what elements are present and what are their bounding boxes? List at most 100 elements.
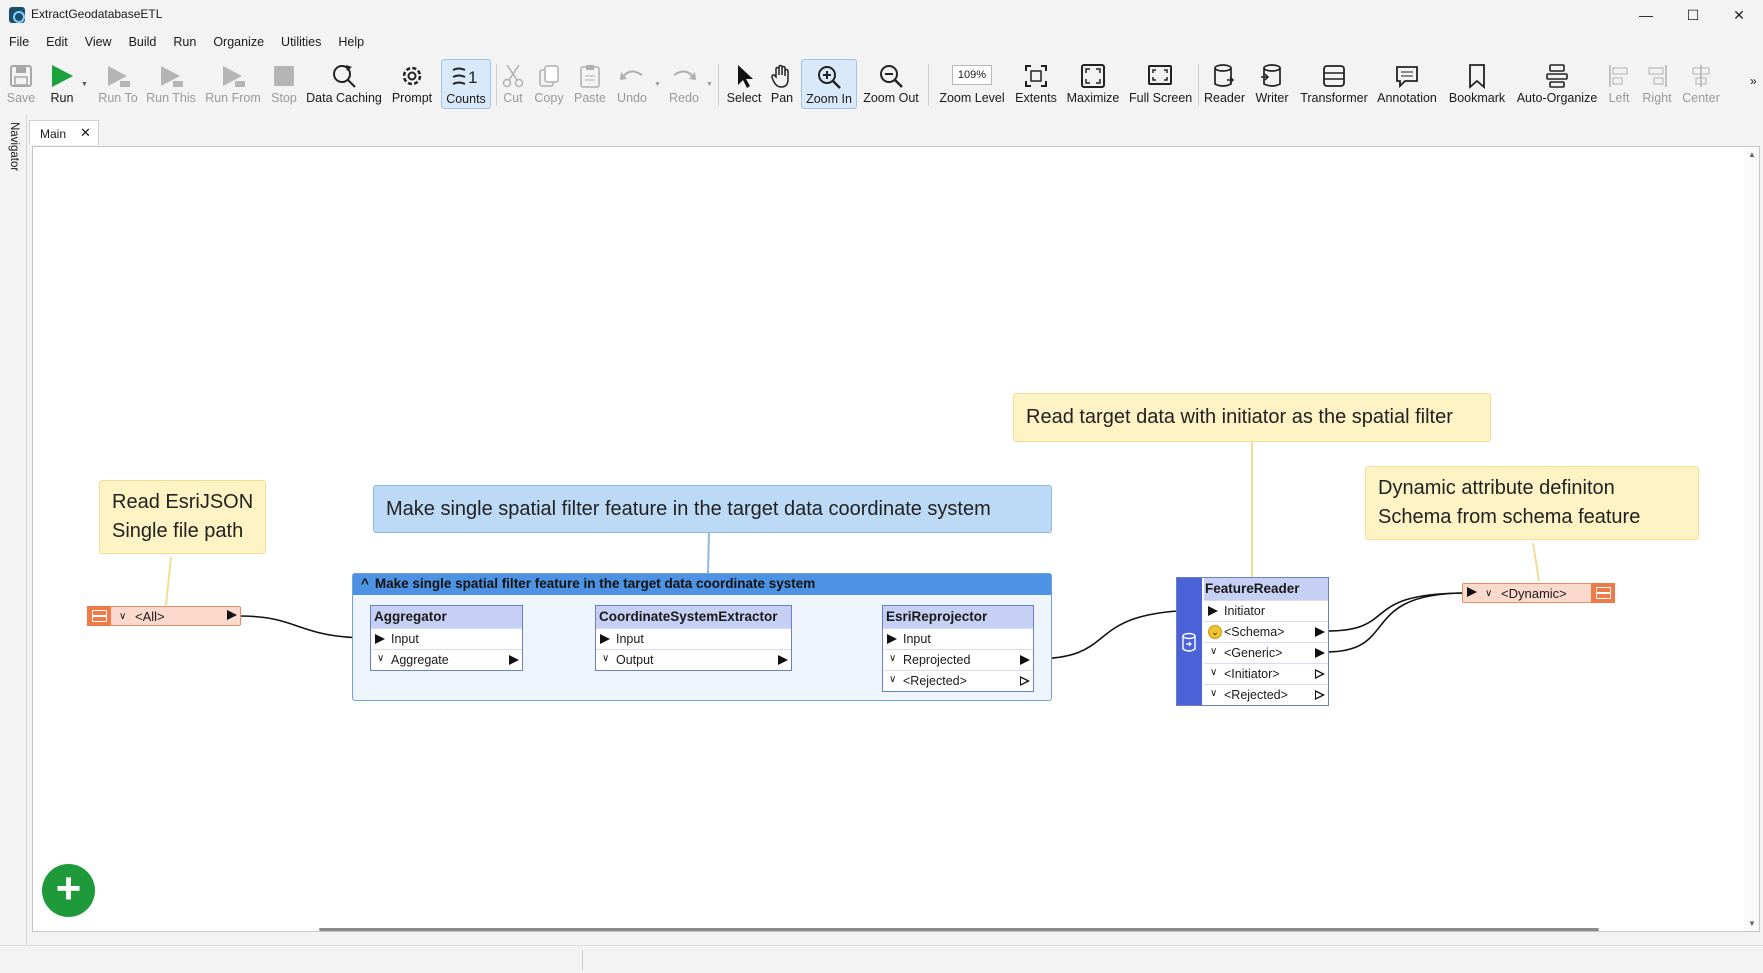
run-this-button[interactable]: Run This <box>146 59 196 109</box>
menu-help[interactable]: Help <box>329 32 372 54</box>
cut-button[interactable]: Cut <box>500 59 526 109</box>
transformer-feature-reader[interactable]: FeatureReader Initiator ⌄ <Schema> ∨ <Gene… <box>1176 577 1329 706</box>
prompt-button[interactable]: Prompt <box>390 59 434 109</box>
menu-utilities[interactable]: Utilities <box>272 32 329 54</box>
chevron-down-icon[interactable]: ∨ <box>1210 688 1217 699</box>
maximize-button[interactable]: ☐ <box>1670 0 1716 30</box>
bookmark-button[interactable]: Bookmark <box>1448 59 1506 109</box>
close-button[interactable]: ✕ <box>1716 0 1762 30</box>
redo-dropdown-arrow[interactable]: ▼ <box>706 81 713 88</box>
source-feature-type-all[interactable]: ∨ <All> <box>87 606 241 626</box>
undo-button[interactable]: Undo <box>614 59 650 109</box>
annotation-make-filter[interactable]: Make single spatial filter feature in th… <box>373 485 1052 533</box>
run-button[interactable]: Run <box>44 59 80 109</box>
zoom-level-control[interactable]: 109% Zoom Level <box>938 59 1006 109</box>
annotation-button[interactable]: Annotation <box>1376 59 1438 109</box>
chevron-down-icon[interactable]: ∨ <box>889 674 896 685</box>
pan-button[interactable]: Pan <box>767 59 797 109</box>
port-triangle-icon <box>1315 648 1325 658</box>
chevron-down-icon[interactable]: ∨ <box>1210 667 1217 678</box>
reader-button[interactable]: Reader <box>1204 59 1245 109</box>
chevron-down-icon[interactable]: ∨ <box>377 653 384 664</box>
chevron-down-icon[interactable]: ∨ <box>119 611 126 622</box>
scroll-down-icon[interactable]: ▼ <box>1748 919 1756 928</box>
zoom-out-button[interactable]: Zoom Out <box>862 59 920 109</box>
annotation-read-esrijson[interactable]: Read EsriJSON Single file path <box>99 480 267 554</box>
minimize-button[interactable]: — <box>1623 0 1669 30</box>
bookmark-collapse-icon[interactable]: ^ <box>361 576 369 591</box>
align-left-button[interactable]: Left <box>1606 59 1632 109</box>
counts-button[interactable]: 1 Counts <box>441 59 491 109</box>
chevron-down-icon[interactable]: ∨ <box>602 653 609 664</box>
transformer-button[interactable]: Transformer <box>1300 59 1368 109</box>
chevron-down-icon[interactable]: ∨ <box>1485 588 1492 599</box>
data-caching-button[interactable]: Data Caching <box>306 59 382 109</box>
extents-icon <box>1025 65 1047 87</box>
save-button[interactable]: Save <box>4 59 38 109</box>
input-port-initiator[interactable]: Initiator <box>1204 600 1328 621</box>
tab-main[interactable]: Main ✕ <box>29 120 99 145</box>
menu-edit[interactable]: Edit <box>37 32 76 54</box>
toolbar-overflow-button[interactable]: » <box>1750 74 1757 88</box>
copy-button[interactable]: Copy <box>533 59 565 109</box>
paste-button[interactable]: Paste <box>573 59 607 109</box>
output-port-rejected[interactable]: ∨ <Rejected> <box>883 670 1033 691</box>
full-screen-button[interactable]: Full Screen <box>1129 59 1192 109</box>
output-port-output[interactable]: ∨ Output <box>596 649 791 670</box>
writer-button[interactable]: Writer <box>1252 59 1292 109</box>
menu-organize[interactable]: Organize <box>204 32 272 54</box>
title-bar: ExtractGeodatabaseETL — ☐ ✕ <box>0 0 1763 30</box>
navigator-tab[interactable]: Navigator <box>8 122 20 171</box>
maximize-canvas-button[interactable]: Maximize <box>1064 59 1122 109</box>
run-this-icon <box>161 66 183 87</box>
run-from-button[interactable]: Run From <box>205 59 261 109</box>
align-right-button[interactable]: Right <box>1642 59 1672 109</box>
align-center-button[interactable]: Center <box>1680 59 1722 109</box>
output-port-initiator[interactable]: ∨ <Initiator> <box>1204 663 1328 684</box>
transformer-aggregator[interactable]: Aggregator Input ∨ Aggregate <box>370 605 523 671</box>
select-button[interactable]: Select <box>726 59 762 109</box>
dest-feature-type-dynamic[interactable]: ∨ <Dynamic> <box>1462 583 1615 603</box>
toolbar-separator <box>718 64 719 106</box>
tab-close-icon[interactable]: ✕ <box>80 125 91 141</box>
output-port-generic[interactable]: ∨ <Generic> <box>1204 642 1328 663</box>
horizontal-scrollbar[interactable] <box>319 928 1599 931</box>
auto-organize-button[interactable]: Auto-Organize <box>1516 59 1598 109</box>
input-port[interactable]: Input <box>371 628 522 649</box>
vertical-scrollbar[interactable]: ▲ ▼ <box>1744 147 1759 931</box>
scissors-icon <box>502 64 524 88</box>
status-bar <box>0 945 1763 973</box>
output-port-aggregate[interactable]: ∨ Aggregate <box>371 649 522 670</box>
workspace-canvas[interactable]: Read EsriJSON Single file path Make sing… <box>32 146 1760 932</box>
annotation-dynamic-schema[interactable]: Dynamic attribute definiton Schema from … <box>1365 466 1699 540</box>
output-port[interactable] <box>226 605 240 626</box>
zoom-level-input[interactable]: 109% <box>952 65 992 85</box>
chevron-down-icon[interactable]: ∨ <box>1210 646 1217 657</box>
transformer-esri-reprojector[interactable]: EsriReprojector Input ∨ Reprojected ∨ <Rej… <box>882 605 1034 692</box>
redo-icon <box>673 70 696 80</box>
redo-button[interactable]: Redo <box>666 59 702 109</box>
output-port-schema[interactable]: ⌄ <Schema> <box>1204 621 1328 642</box>
input-port[interactable]: Input <box>883 628 1033 649</box>
writer-database-icon <box>1261 64 1281 87</box>
input-port[interactable]: Input <box>596 628 791 649</box>
menu-view[interactable]: View <box>76 32 120 54</box>
run-dropdown-arrow[interactable]: ▼ <box>81 81 88 88</box>
add-transformer-button[interactable]: + <box>42 864 95 917</box>
undo-dropdown-arrow[interactable]: ▼ <box>654 81 661 88</box>
output-port-rejected[interactable]: ∨ <Rejected> <box>1204 684 1328 705</box>
transformer-coordinate-system-extractor[interactable]: CoordinateSystemExtractor Input ∨ Output <box>595 605 792 671</box>
menu-file[interactable]: File <box>0 32 37 54</box>
run-to-button[interactable]: Run To <box>96 59 140 109</box>
output-port-reprojected[interactable]: ∨ Reprojected <box>883 649 1033 670</box>
input-port[interactable] <box>1463 582 1477 603</box>
annotation-read-target[interactable]: Read target data with initiator as the s… <box>1013 393 1491 442</box>
extents-button[interactable]: Extents <box>1015 59 1057 109</box>
bookmark-header[interactable]: ^ Make single spatial filter feature in t… <box>353 574 1051 595</box>
menu-build[interactable]: Build <box>120 32 165 54</box>
zoom-in-button[interactable]: Zoom In <box>801 59 857 109</box>
menu-run[interactable]: Run <box>164 32 204 54</box>
scroll-up-icon[interactable]: ▲ <box>1748 150 1756 159</box>
chevron-down-icon[interactable]: ∨ <box>889 653 896 664</box>
stop-button[interactable]: Stop <box>268 59 300 109</box>
